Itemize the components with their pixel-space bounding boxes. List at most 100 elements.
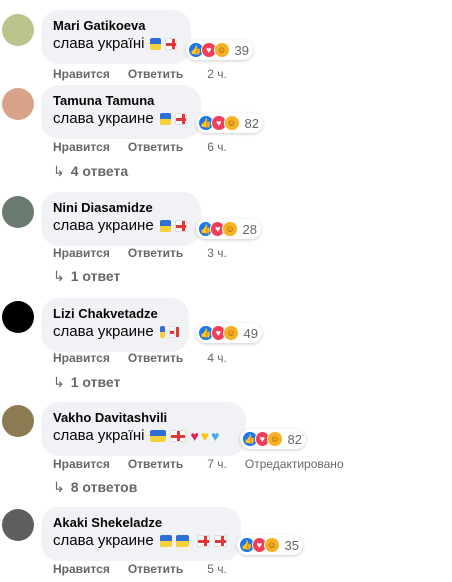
timestamp[interactable]: 5 ч. — [207, 562, 227, 576]
ukraine-flag-icon — [150, 38, 162, 50]
edited-label[interactable]: Отредактировано — [245, 457, 344, 471]
care-reaction-icon: ☺ — [267, 431, 283, 447]
view-replies-link[interactable]: ↳ 1 ответ — [53, 268, 120, 285]
comment-actions: Нравится Ответить 5 ч. — [53, 562, 227, 576]
reply-button[interactable]: Ответить — [128, 562, 183, 576]
comment-text-row: слава украине — [53, 322, 180, 342]
ukraine-flag-icon — [159, 113, 172, 125]
comment-text-row: слава украине — [53, 109, 189, 129]
care-reaction-icon: ☺ — [213, 42, 230, 58]
reaction-count: 39 — [234, 42, 249, 58]
reply-arrow-icon: ↳ — [53, 374, 65, 390]
author-name[interactable]: Lizi Chakvetadze — [53, 306, 177, 322]
comment-text-row: слава украине — [53, 216, 189, 236]
comment-actions: Нравится Ответить 2 ч. — [53, 67, 227, 81]
avatar[interactable] — [2, 301, 34, 333]
reaction-count: 82 — [287, 431, 303, 447]
ukraine-flag-icon — [159, 220, 172, 232]
author-name[interactable]: Tamuna Tamuna — [53, 93, 189, 109]
comment-text-row: слава україні ♥ ♥ ♥ — [53, 426, 234, 446]
comment-bubble: Vakho Davitashvili слава україні ♥ ♥ ♥ — [41, 402, 246, 456]
ukraine-flag-icon — [159, 326, 165, 338]
reactions-summary[interactable]: 👍 ♥ ☺ 49 — [196, 323, 262, 343]
reactions-summary[interactable]: 👍 ♥ ☺ 39 — [186, 40, 253, 60]
care-reaction-icon: ☺ — [222, 221, 238, 237]
georgia-flag-icon — [175, 220, 187, 232]
ukraine-flag-icon — [159, 535, 173, 547]
avatar[interactable] — [2, 196, 34, 228]
replies-count: 4 ответа — [70, 163, 129, 179]
view-replies-link[interactable]: ↳ 4 ответа — [53, 163, 128, 180]
red-heart-icon: ♥ — [190, 428, 199, 444]
reactions-summary[interactable]: 👍 ♥ ☺ 82 — [196, 113, 263, 133]
timestamp[interactable]: 3 ч. — [207, 246, 227, 260]
like-button[interactable]: Нравится — [53, 140, 110, 154]
replies-count: 1 ответ — [70, 374, 121, 390]
georgia-flag-icon — [175, 113, 187, 125]
like-button[interactable]: Нравится — [53, 562, 110, 576]
georgia-flag-icon — [165, 38, 177, 50]
avatar[interactable] — [2, 14, 34, 46]
comment-actions: Нравится Ответить 7 ч. Отредактировано — [53, 457, 344, 471]
comment-actions: Нравится Ответить 3 ч. — [53, 246, 227, 260]
comment-text: слава украине — [53, 323, 154, 340]
like-button[interactable]: Нравится — [53, 67, 110, 81]
comment-text: слава україні — [53, 35, 145, 52]
reactions-summary[interactable]: 👍 ♥ ☺ 35 — [237, 535, 303, 555]
comment-bubble: Mari Gatikoeva слава україні — [41, 10, 191, 64]
author-name[interactable]: Mari Gatikoeva — [53, 18, 179, 34]
reply-button[interactable]: Ответить — [128, 457, 183, 471]
comment-text: слава украине — [53, 110, 154, 127]
yellow-heart-icon: ♥ — [200, 428, 210, 444]
comment-bubble: Lizi Chakvetadze слава украине — [41, 298, 189, 352]
reply-button[interactable]: Ответить — [128, 246, 183, 260]
georgia-flag-icon — [170, 430, 187, 442]
timestamp[interactable]: 2 ч. — [207, 67, 227, 81]
georgia-flag-icon — [168, 326, 180, 338]
comment-actions: Нравится Ответить 4 ч. — [53, 351, 227, 365]
avatar[interactable] — [2, 509, 34, 541]
georgia-flag-icon — [196, 535, 210, 547]
reply-button[interactable]: Ответить — [128, 351, 183, 365]
reaction-count: 35 — [284, 537, 300, 553]
comment-bubble: Tamuna Tamuna слава украине — [41, 85, 201, 139]
like-button[interactable]: Нравится — [53, 246, 110, 260]
like-button[interactable]: Нравится — [53, 457, 110, 471]
timestamp[interactable]: 6 ч. — [207, 140, 227, 154]
ukraine-flag-icon — [176, 535, 189, 547]
replies-count: 1 ответ — [70, 268, 121, 284]
timestamp[interactable]: 7 ч. — [207, 457, 227, 471]
comment-text: слава украине — [53, 532, 154, 549]
comment-bubble: Akaki Shekeladze слава украине — [41, 507, 241, 561]
view-replies-link[interactable]: ↳ 1 ответ — [53, 374, 120, 391]
ukraine-flag-icon — [150, 430, 167, 442]
author-name[interactable]: Vakho Davitashvili — [53, 410, 234, 426]
reactions-summary[interactable]: 👍 ♥ ☺ 82 — [240, 429, 306, 449]
comment-text-row: слава украине — [53, 531, 229, 551]
replies-count: 8 ответов — [70, 479, 138, 495]
view-replies-link[interactable]: ↳ 8 ответов — [53, 479, 137, 496]
reactions-summary[interactable]: 👍 ♥ ☺ 28 — [196, 219, 261, 239]
care-reaction-icon: ☺ — [264, 537, 280, 553]
like-button[interactable]: Нравится — [53, 351, 110, 365]
georgia-flag-icon — [213, 535, 228, 547]
comment-text: слава украине — [53, 217, 154, 234]
care-reaction-icon: ☺ — [223, 115, 240, 131]
care-reaction-icon: ☺ — [223, 325, 239, 341]
comment-text-row: слава україні — [53, 34, 179, 54]
blue-heart-icon: ♥ — [211, 428, 220, 444]
reply-arrow-icon: ↳ — [53, 163, 65, 179]
author-name[interactable]: Nini Diasamidze — [53, 200, 189, 216]
reaction-count: 28 — [242, 221, 257, 237]
comment-text: слава україні — [53, 427, 145, 444]
reply-button[interactable]: Ответить — [128, 67, 183, 81]
comment-bubble: Nini Diasamidze слава украине — [41, 192, 201, 246]
reply-button[interactable]: Ответить — [128, 140, 183, 154]
comment-actions: Нравится Ответить 6 ч. — [53, 140, 227, 154]
reaction-count: 82 — [244, 115, 259, 131]
author-name[interactable]: Akaki Shekeladze — [53, 515, 229, 531]
timestamp[interactable]: 4 ч. — [207, 351, 227, 365]
reply-arrow-icon: ↳ — [53, 479, 65, 495]
avatar[interactable] — [2, 88, 34, 120]
avatar[interactable] — [2, 405, 34, 437]
